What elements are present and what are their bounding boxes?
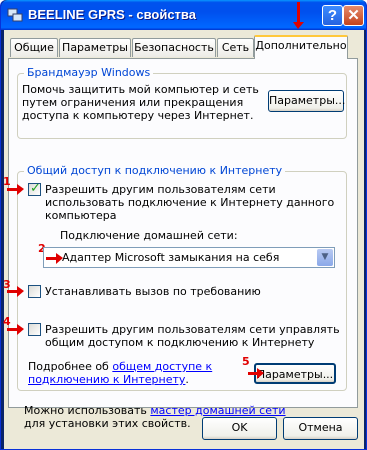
allow-sharing-label-line-1: Разрешить другим пользователям сети [45,183,276,196]
annotation-arrow-tab [293,2,304,29]
network-connection-icon [7,8,23,22]
allow-control-label-line-1: Разрешить другим пользователям сети упра… [45,323,340,336]
firewall-description-line-3: доступа к компьютеру через Интернет. [22,109,254,122]
more-info-line-1: Подробнее об общем доступе к [28,360,212,373]
annotation-arrow-4 [7,324,24,335]
firewall-description-line-2: путем ограничения или прекращения [22,96,244,109]
annotation-marker-4: 4 [3,315,11,328]
allow-sharing-label-line-3: компьютера [45,209,117,222]
ok-button[interactable]: OK [202,417,277,440]
cancel-button[interactable]: Отмена [283,417,358,440]
annotation-arrow-1 [7,184,24,195]
chevron-down-icon[interactable]: ▼ [317,249,333,266]
dial-on-demand-checkbox[interactable] [28,285,41,298]
dial-on-demand-label: Устанавливать вызов по требованию [45,285,261,298]
more-info-suffix: . [185,373,189,386]
allow-sharing-label-line-2: использовать подключение к Интернету дан… [45,196,335,209]
home-network-value: Адаптер Microsoft замыкания на себя [62,251,280,264]
internet-connection-sharing-group: Общий доступ к подключению к Интернету 1… [3,164,347,391]
wizard-prefix: Можно использовать [24,404,151,417]
help-button[interactable]: ? [322,5,343,26]
allow-control-checkbox[interactable] [28,323,41,336]
checkmark-icon: ✓ [30,181,41,196]
annotation-marker-5: 5 [242,355,250,368]
window-title: BEELINE GPRS - свойства [28,7,196,22]
tab-parameters[interactable]: Параметры [59,38,131,57]
ics-settings-button-label: Параметры... [256,368,334,381]
firewall-settings-button[interactable]: Параметры... [268,90,345,112]
tab-security[interactable]: Безопасность [132,38,216,57]
home-network-wizard-link[interactable]: мастер домашней сети [150,404,285,417]
title-bar[interactable]: BEELINE GPRS - свойства ? ✕ [1,0,366,30]
more-info-prefix: Подробнее об [28,360,113,373]
firewall-legend: Брандмауэр Windows [24,66,154,79]
ics-legend: Общий доступ к подключению к Интернету [24,164,286,177]
tab-network[interactable]: Сеть [217,38,254,57]
annotation-arrow-5 [248,368,264,379]
firewall-description-line-1: Помочь защитить мой компьютер и сеть [22,83,259,96]
home-network-select[interactable]: Адаптер Microsoft замыкания на себя ▼ [43,247,335,268]
tab-general[interactable]: Общие [10,38,58,57]
advanced-tab-panel: Брандмауэр Windows Помочь защитить мой к… [3,58,358,430]
more-info-line-2: подключению к Интернету. [28,373,189,386]
ics-settings-button[interactable]: Параметры... [248,363,336,384]
ics-help-link-continued[interactable]: подключению к Интернету [28,373,185,386]
properties-window: BEELINE GPRS - свойства ? ✕ Общие Параме… [0,0,367,450]
dialog-client: Общие Параметры Безопасность Сеть Дополн… [3,2,364,449]
close-button[interactable]: ✕ [343,5,364,26]
allow-control-label-line-2: общим доступом к подключению к Интернету [45,336,315,349]
wizard-text-line-2: для установки этих свойств. [24,417,191,430]
home-network-label: Подключение домашней сети: [60,229,238,242]
wizard-text-line-1: Можно использовать мастер домашней сети [24,404,286,417]
ics-help-link[interactable]: общем доступе к [112,360,212,373]
tab-advanced[interactable]: Дополнительно [254,35,348,59]
allow-sharing-checkbox[interactable]: ✓ [28,181,41,196]
annotation-arrow-2 [46,253,63,264]
firewall-group: Брандмауэр Windows Помочь защитить мой к… [17,66,347,139]
annotation-arrow-3 [7,286,24,297]
annotation-marker-1: 1 [3,175,11,188]
